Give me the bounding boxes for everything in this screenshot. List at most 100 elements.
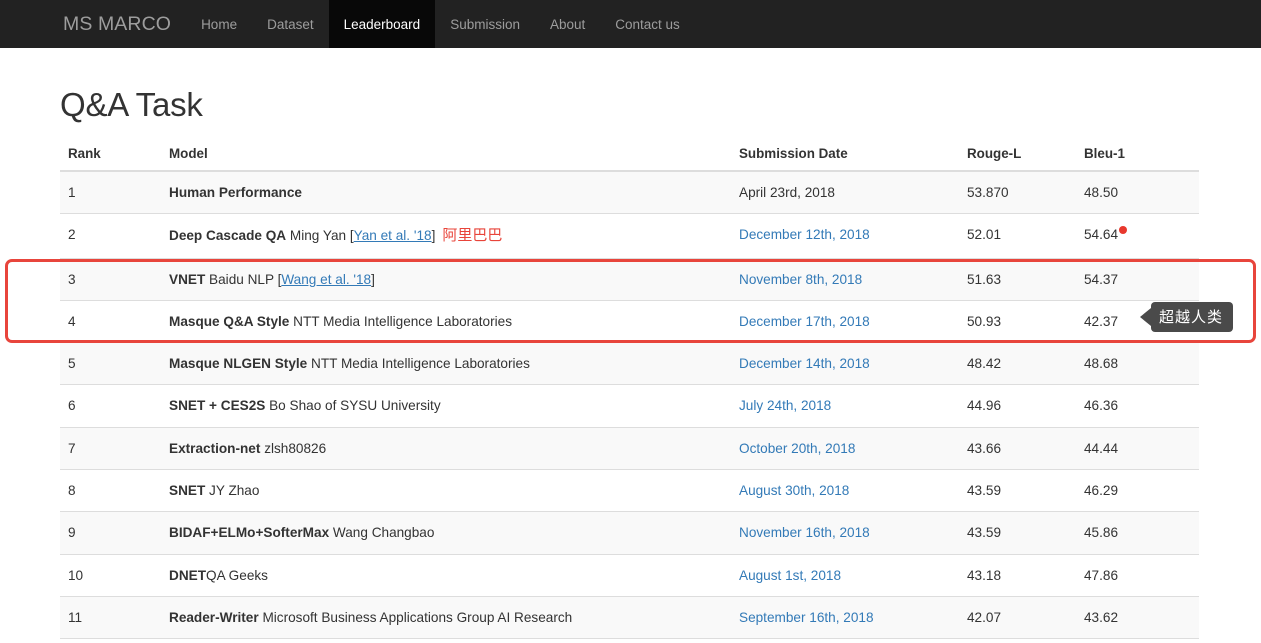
- cell-bleu-1: 48.50: [1076, 170, 1199, 214]
- cell-rank: 11: [60, 595, 161, 639]
- cell-model: Human Performance: [161, 170, 731, 214]
- column-header-rank: Rank: [60, 146, 161, 172]
- bleu-1-value: 54.64: [1084, 227, 1119, 243]
- submission-date-link[interactable]: December 14th, 2018: [739, 356, 870, 371]
- submission-date-link[interactable]: November 16th, 2018: [739, 525, 870, 540]
- cell-bleu-1: 47.86: [1076, 553, 1199, 597]
- submission-date-link[interactable]: September 16th, 2018: [739, 610, 874, 625]
- model-affiliation: Ming Yan: [289, 228, 347, 244]
- cell-submission-date: July 24th, 2018: [731, 384, 959, 428]
- cell-bleu-1: 54.64: [1076, 213, 1199, 259]
- table-row: 2 Deep Cascade QA Ming Yan [Yan et al. '1…: [60, 213, 1199, 259]
- submission-date-link[interactable]: December 17th, 2018: [739, 314, 870, 329]
- nav-link-contact-us[interactable]: Contact us: [600, 0, 695, 48]
- model-name: SNET + CES2S: [169, 398, 266, 414]
- table-row: 12SNET+seq2seq Yihan Ni of the CAS Key L…: [60, 638, 1199, 643]
- nav-link-dataset[interactable]: Dataset: [252, 0, 329, 48]
- table-row: 7 Extraction-net zlsh80826 October 20th, 2…: [60, 426, 1199, 470]
- bleu-1-value: 46.36: [1084, 398, 1119, 414]
- cell-submission-date: December 14th, 2018: [731, 342, 959, 385]
- cell-rouge-l: 43.59: [959, 469, 1076, 512]
- cell-rank: 4: [60, 299, 161, 343]
- model-affiliation: NTT Media Intelligence Laboratories: [293, 313, 513, 329]
- nav-link-about[interactable]: About: [535, 0, 600, 48]
- cell-model: Reader-Writer Microsoft Business Applica…: [161, 595, 731, 639]
- model-citation-link[interactable]: Yan et al. '18: [354, 228, 432, 243]
- cell-bleu-1: 42.27: [1076, 638, 1199, 643]
- model-affiliation: Bo Shao of SYSU University: [269, 398, 441, 414]
- cell-rouge-l: 50.93: [959, 299, 1076, 343]
- model-affiliation: zlsh80826: [264, 440, 327, 456]
- cell-model: VNET Baidu NLP [Wang et al. '18]: [161, 257, 731, 301]
- cell-bleu-1: 46.36: [1076, 384, 1199, 428]
- cell-submission-date: June 1st, 2018: [731, 638, 959, 643]
- submission-date-link[interactable]: August 1st, 2018: [739, 568, 841, 583]
- cell-rouge-l: 53.870: [959, 170, 1076, 214]
- cell-submission-date: December 12th, 2018: [731, 213, 959, 259]
- model-affiliation: JY Zhao: [209, 483, 260, 499]
- bleu-1-value: 44.44: [1084, 440, 1119, 456]
- bleu-1-value: 47.86: [1084, 567, 1119, 583]
- organization-annotation: 阿里巴巴: [442, 227, 503, 245]
- table-row: 6 SNET + CES2S Bo Shao of SYSU University…: [60, 384, 1199, 428]
- red-dot-marker-icon: [1119, 226, 1128, 235]
- model-name: Masque Q&A Style: [169, 313, 290, 329]
- cell-submission-date: August 30th, 2018: [731, 469, 959, 512]
- model-affiliation: Wang Changbao: [332, 525, 435, 541]
- submission-date-link[interactable]: August 30th, 2018: [739, 483, 849, 498]
- site-brand[interactable]: MS MARCO: [48, 0, 186, 48]
- cell-rouge-l: 43.66: [959, 426, 1076, 470]
- table-row: 4 Masque Q&A Style NTT Media Intelligence…: [60, 299, 1199, 343]
- cell-rouge-l: 48.42: [959, 342, 1076, 385]
- cell-rouge-l: 51.63: [959, 257, 1076, 301]
- leaderboard-table: Rank Model Submission Date Rouge-L Bleu-…: [60, 146, 1199, 643]
- nav-link-leaderboard[interactable]: Leaderboard: [328, 0, 436, 48]
- model-name: Extraction-net: [169, 440, 261, 456]
- model-affiliation: Baidu NLP: [209, 271, 274, 287]
- cell-submission-date: August 1st, 2018: [731, 553, 959, 597]
- model-citation-link[interactable]: Wang et al. '18: [281, 272, 371, 287]
- cell-model: SNET+seq2seq Yihan Ni of the CAS Key Lab…: [161, 638, 731, 643]
- page-content: Q&A Task Rank Model Submission Date Roug…: [0, 86, 1261, 643]
- model-affiliation: NTT Media Intelligence Laboratories: [311, 356, 530, 372]
- table-row: 3 VNET Baidu NLP [Wang et al. '18] Novembe…: [60, 257, 1199, 301]
- submission-date-link[interactable]: December 12th, 2018: [739, 227, 870, 242]
- submission-date-text: April 23rd, 2018: [739, 185, 835, 200]
- cell-bleu-1: 48.68: [1076, 342, 1199, 385]
- cell-submission-date: November 16th, 2018: [731, 511, 959, 555]
- cell-model: SNET + CES2S Bo Shao of SYSU University: [161, 384, 731, 428]
- cell-model: Extraction-net zlsh80826: [161, 426, 731, 470]
- top-navbar: MS MARCO Home Dataset Leaderboard Submis…: [0, 0, 1261, 48]
- bleu-1-value: 46.29: [1084, 483, 1119, 499]
- cell-submission-date: September 16th, 2018: [731, 595, 959, 639]
- cell-bleu-1: 44.44: [1076, 426, 1199, 470]
- cell-rank: 5: [60, 342, 161, 385]
- column-header-model: Model: [161, 146, 731, 172]
- table-row: 11 Reader-Writer Microsoft Business Appli…: [60, 595, 1199, 639]
- cell-model: Masque NLGEN Style NTT Media Intelligenc…: [161, 342, 731, 385]
- model-name: BIDAF+ELMo+SofterMax: [169, 525, 330, 541]
- cell-submission-date: December 17th, 2018: [731, 299, 959, 343]
- bleu-1-value: 42.37: [1084, 313, 1119, 329]
- table-row: 5 Masque NLGEN Style NTT Media Intelligen…: [60, 342, 1199, 385]
- submission-date-link[interactable]: July 24th, 2018: [739, 398, 831, 413]
- cell-model: BIDAF+ELMo+SofterMax Wang Changbao: [161, 511, 731, 555]
- model-affiliation: Microsoft Business Applications Group AI…: [262, 609, 573, 625]
- cell-rouge-l: 39.82: [959, 638, 1076, 643]
- submission-date-link[interactable]: October 20th, 2018: [739, 441, 855, 456]
- model-name: DNET: [169, 567, 207, 583]
- page-title: Q&A Task: [60, 86, 203, 123]
- nav-link-submission[interactable]: Submission: [435, 0, 535, 48]
- tooltip-label: 超越人类: [1151, 302, 1234, 332]
- table-header-row: Rank Model Submission Date Rouge-L Bleu-…: [60, 146, 1199, 172]
- model-name: Deep Cascade QA: [169, 228, 287, 244]
- submission-date-link[interactable]: November 8th, 2018: [739, 272, 862, 287]
- cell-rank: 12: [60, 638, 161, 643]
- bleu-1-value: 43.62: [1084, 609, 1119, 625]
- cell-submission-date: October 20th, 2018: [731, 426, 959, 470]
- cell-bleu-1: 46.29: [1076, 469, 1199, 512]
- table-row: 1 Human Performance April 23rd, 2018 53.870…: [60, 170, 1199, 214]
- nav-link-home[interactable]: Home: [186, 0, 252, 48]
- table-row: 9 BIDAF+ELMo+SofterMax Wang Changbao Novem…: [60, 511, 1199, 555]
- model-name: VNET: [169, 271, 206, 287]
